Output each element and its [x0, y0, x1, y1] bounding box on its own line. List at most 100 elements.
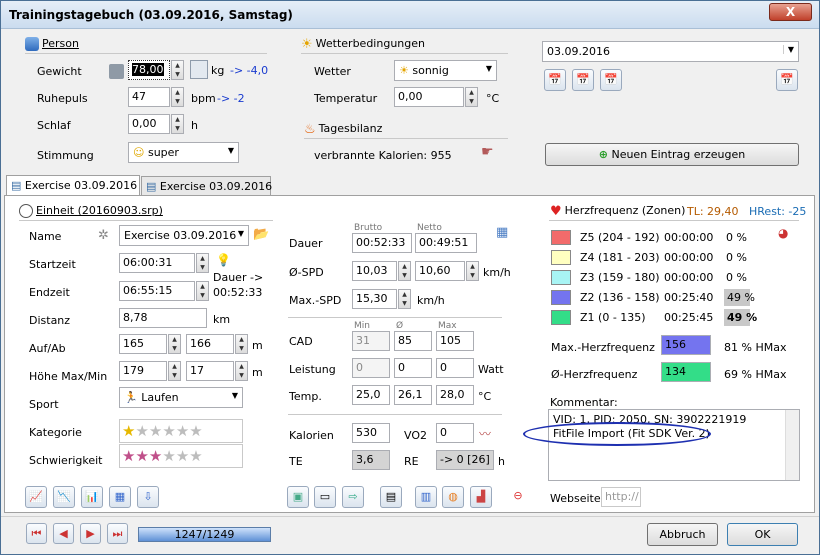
pie-chart-icon[interactable]: ◕ [778, 226, 788, 240]
calendar-prev-icon[interactable]: 📅 [544, 69, 566, 91]
auf-spinner[interactable]: ▲ ▼ [168, 334, 181, 354]
endzeit-input[interactable]: 06:55:15 [119, 281, 195, 301]
ok-button[interactable]: OK [727, 523, 798, 546]
tab-exercise-2[interactable]: ▤ Exercise 03.09.2016 [141, 176, 272, 196]
startzeit-input[interactable]: 06:00:31 [119, 253, 195, 273]
temperatur-input[interactable]: 0,00 [394, 87, 464, 107]
star-empty-icon[interactable]: ★ [149, 423, 162, 439]
gewicht-input[interactable]: 78,00 [128, 60, 170, 80]
star-empty-icon[interactable]: ★ [176, 423, 189, 439]
star-empty-icon[interactable]: ★ [162, 423, 175, 439]
date-select[interactable]: 03.09.2016 ▼ [542, 41, 799, 62]
leistung-avg[interactable]: 0 [394, 358, 432, 378]
spd-brutto-spinner[interactable]: ▲ ▼ [398, 261, 411, 281]
hoehe-max-spinner[interactable]: ▲ ▼ [168, 361, 181, 381]
avghf-input[interactable]: 134 [661, 362, 711, 382]
hoehe-min-spinner[interactable]: ▲ ▼ [235, 361, 248, 381]
first-record-icon[interactable]: ⏮ [26, 523, 47, 544]
star-empty-icon[interactable]: ★ [189, 423, 202, 439]
calendar-edit-icon[interactable]: 📅 [776, 69, 798, 91]
star-empty-icon[interactable]: ★ [162, 448, 175, 464]
rss-icon[interactable]: ◍ [442, 486, 464, 508]
calendar-today-icon[interactable]: 📅 [572, 69, 594, 91]
calculator-icon[interactable] [190, 60, 208, 79]
import-icon[interactable]: ⇨ [342, 486, 364, 508]
document-icon[interactable]: ▥ [415, 486, 437, 508]
kommentar-scrollbar[interactable] [785, 410, 799, 480]
clock-icon [19, 204, 33, 218]
webseite-input[interactable]: http:// [601, 487, 641, 507]
schlaf-input[interactable]: 0,00 [128, 114, 170, 134]
gewicht-spinner[interactable]: ▲ ▼ [171, 60, 184, 80]
delete-icon[interactable]: ⊖ [507, 486, 529, 508]
name-select[interactable]: Exercise 03.09.2016 ▼ [119, 225, 249, 246]
ab-input[interactable]: 166 [186, 334, 234, 354]
dauer-netto[interactable]: 00:49:51 [415, 233, 477, 253]
line-chart-icon[interactable]: 📈 [25, 486, 47, 508]
next-record-icon[interactable]: ▶ [80, 523, 101, 544]
auf-input[interactable]: 165 [119, 334, 167, 354]
temp-avg[interactable]: 26,1 [394, 385, 432, 405]
star-filled-icon[interactable]: ★ [135, 448, 148, 464]
leistung-max[interactable]: 0 [436, 358, 474, 378]
image-icon[interactable]: ▣ [287, 486, 309, 508]
ruhepuls-input[interactable]: 47 [128, 87, 170, 107]
hoehe-max-input[interactable]: 179 [119, 361, 167, 381]
bar-chart-icon[interactable]: 📊 [81, 486, 103, 508]
startzeit-spinner[interactable]: ▲ ▼ [196, 253, 209, 273]
lightbulb-icon[interactable]: 💡 [216, 253, 231, 267]
close-button[interactable]: X [769, 3, 812, 21]
area-chart-icon[interactable]: 📉 [53, 486, 75, 508]
dauer-brutto[interactable]: 00:52:33 [352, 233, 412, 253]
last-record-icon[interactable]: ⏭ [107, 523, 128, 544]
hoehe-min-input[interactable]: 17 [186, 361, 234, 381]
table-icon[interactable]: ▦ [109, 486, 131, 508]
star-empty-icon[interactable]: ★ [189, 448, 202, 464]
kommentar-textarea[interactable]: VID: 1, PID: 2050, SN: 3902221919 FitFil… [523, 409, 800, 481]
export-icon[interactable]: ⇩ [137, 486, 159, 508]
ruhepuls-spinner[interactable]: ▲ ▼ [171, 87, 184, 107]
chart-icon[interactable]: 〰 [479, 425, 491, 442]
abbruch-button[interactable]: Abbruch [647, 523, 718, 546]
stats-icon[interactable]: ▟ [470, 486, 492, 508]
star-empty-icon[interactable]: ★ [176, 448, 189, 464]
temperatur-spinner[interactable]: ▲ ▼ [465, 87, 478, 107]
spd-netto[interactable]: 10,60 [415, 261, 465, 281]
vo2-input[interactable]: 0 [436, 423, 474, 443]
cad-max[interactable]: 105 [436, 331, 474, 351]
device-icon[interactable]: ▭ [314, 486, 336, 508]
star-empty-icon[interactable]: ★ [135, 423, 148, 439]
star-filled-icon[interactable]: ★ [149, 448, 162, 464]
schlaf-spinner[interactable]: ▲ ▼ [171, 114, 184, 134]
endzeit-spinner[interactable]: ▲ ▼ [196, 281, 209, 301]
maxhf-input[interactable]: 156 [661, 335, 711, 355]
spd-netto-spinner[interactable]: ▲ ▼ [466, 261, 479, 281]
star-filled-icon[interactable]: ★ [122, 448, 135, 464]
ab-spinner[interactable]: ▲ ▼ [235, 334, 248, 354]
schwierigkeit-rating[interactable]: ★★★★★★ [119, 444, 243, 468]
prev-record-icon[interactable]: ◀ [53, 523, 74, 544]
hand-icon[interactable]: ☛ [481, 144, 494, 160]
cad-min[interactable]: 31 [352, 331, 390, 351]
calculator-button-icon[interactable]: ▤ [380, 486, 402, 508]
temp-max[interactable]: 28,0 [436, 385, 474, 405]
stimmung-select[interactable]: ☺ super ▼ [128, 142, 239, 163]
new-entry-button[interactable]: ⊕ Neuen Eintrag erzeugen [545, 143, 799, 166]
star-filled-icon[interactable]: ★ [122, 423, 135, 439]
gear-icon[interactable]: ✲ [98, 228, 109, 243]
temp-min[interactable]: 25,0 [352, 385, 390, 405]
cad-avg[interactable]: 85 [394, 331, 432, 351]
spd-brutto[interactable]: 10,03 [352, 261, 397, 281]
grid-icon[interactable]: ▦ [496, 225, 508, 240]
kalorien-input[interactable]: 530 [352, 423, 390, 443]
maxspd-input[interactable]: 15,30 [352, 289, 397, 309]
distanz-input[interactable]: 8,78 [119, 308, 207, 328]
folder-icon[interactable]: 📂 [253, 227, 269, 242]
tab-exercise-1[interactable]: ▤ Exercise 03.09.2016 [6, 175, 140, 196]
calendar-next-icon[interactable]: 📅 [600, 69, 622, 91]
sport-select[interactable]: 🏃 Laufen ▼ [119, 387, 243, 408]
wetter-select[interactable]: ☀ sonnig ▼ [394, 60, 497, 81]
leistung-min[interactable]: 0 [352, 358, 390, 378]
kategorie-rating[interactable]: ★★★★★★ [119, 419, 243, 443]
maxspd-spinner[interactable]: ▲ ▼ [398, 289, 411, 309]
